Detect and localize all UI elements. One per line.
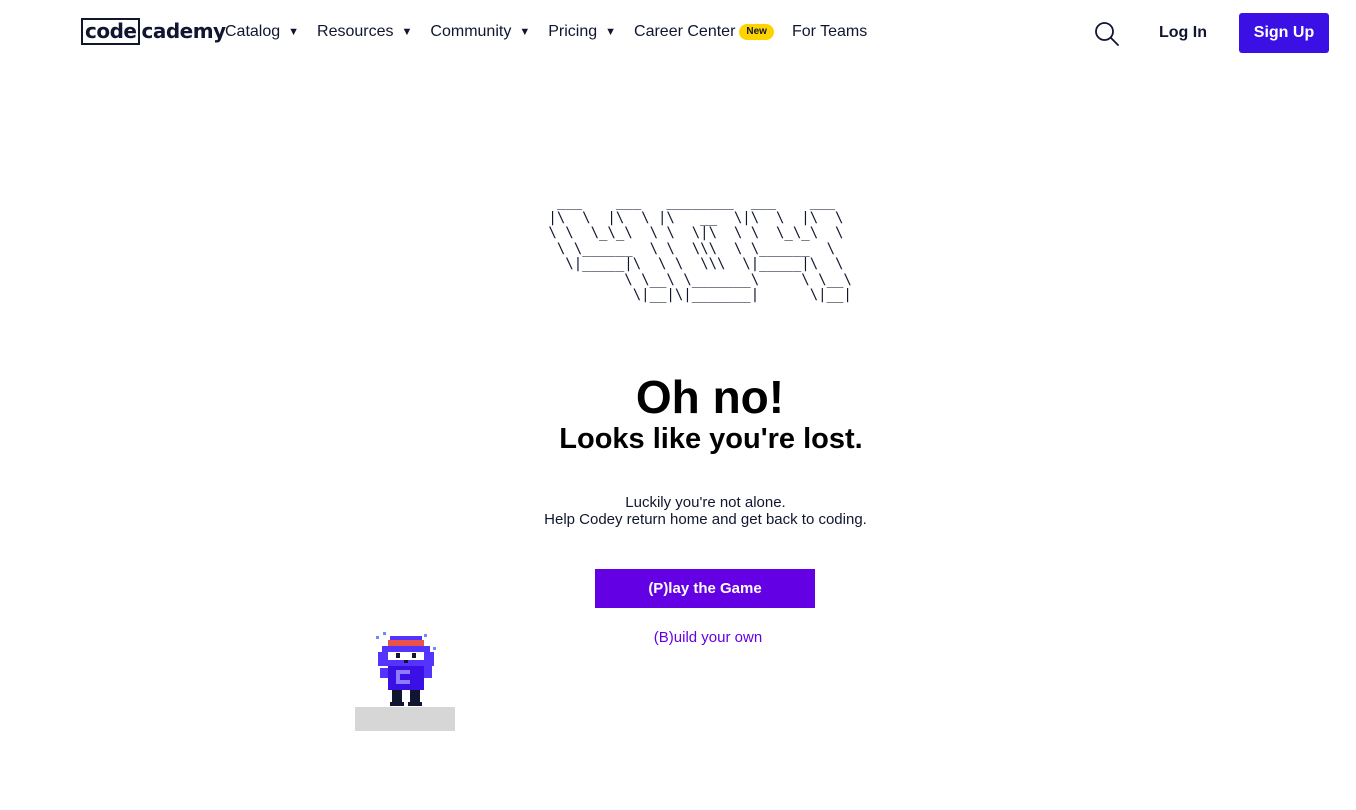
search-icon[interactable] bbox=[1094, 21, 1120, 47]
nav-for-teams[interactable]: For Teams bbox=[792, 23, 867, 41]
nav-community-label: Community bbox=[430, 23, 512, 40]
caret-down-icon: ▼ bbox=[519, 26, 531, 38]
signup-button[interactable]: Sign Up bbox=[1239, 13, 1329, 53]
page-subtitle: Looks like you're lost. bbox=[559, 423, 863, 455]
nav-career-center-label: Career Center bbox=[634, 23, 736, 40]
play-game-button[interactable]: (P)lay the Game bbox=[595, 569, 815, 608]
nav-catalog[interactable]: Catalog ▼ bbox=[225, 23, 299, 41]
nav-catalog-label: Catalog bbox=[225, 23, 281, 40]
codey-character-icon bbox=[374, 632, 438, 708]
caret-down-icon: ▼ bbox=[288, 26, 300, 38]
nav-pricing-label: Pricing bbox=[548, 23, 598, 40]
nav-resources-label: Resources bbox=[317, 23, 394, 40]
message-line-2: Help Codey return home and get back to c… bbox=[544, 511, 867, 528]
page-title: Oh no! bbox=[635, 371, 785, 423]
nav-resources[interactable]: Resources ▼ bbox=[317, 23, 412, 41]
nav-for-teams-label: For Teams bbox=[791, 23, 868, 40]
nav-community[interactable]: Community ▼ bbox=[430, 23, 530, 41]
logo-boxed-text: code bbox=[81, 17, 141, 45]
caret-down-icon: ▼ bbox=[605, 26, 617, 38]
caret-down-icon: ▼ bbox=[401, 26, 413, 38]
new-badge: New bbox=[739, 24, 774, 40]
nav-career-center[interactable]: Career Center New bbox=[634, 23, 774, 41]
search-icon-svg bbox=[1095, 22, 1119, 46]
game-platform bbox=[355, 707, 455, 731]
build-your-own-link[interactable]: (B)uild your own bbox=[595, 629, 821, 646]
login-button[interactable]: Log In bbox=[1143, 20, 1223, 46]
codecademy-logo[interactable]: code cademy bbox=[81, 17, 226, 45]
nav-pricing[interactable]: Pricing ▼ bbox=[548, 23, 616, 41]
ascii-404-art: ___ ___ ________ ___ ___ |\ \ |\ \ |\ __… bbox=[548, 194, 852, 303]
logo-rest-text: cademy bbox=[141, 19, 226, 43]
codey-sprite-svg bbox=[376, 632, 436, 706]
message-line-1: Luckily you're not alone. bbox=[625, 494, 786, 511]
main-nav: Catalog ▼ Resources ▼ Community ▼ Pricin… bbox=[225, 20, 885, 44]
top-navigation-bar: code cademy Catalog ▼ Resources ▼ Communi… bbox=[0, 0, 1356, 64]
